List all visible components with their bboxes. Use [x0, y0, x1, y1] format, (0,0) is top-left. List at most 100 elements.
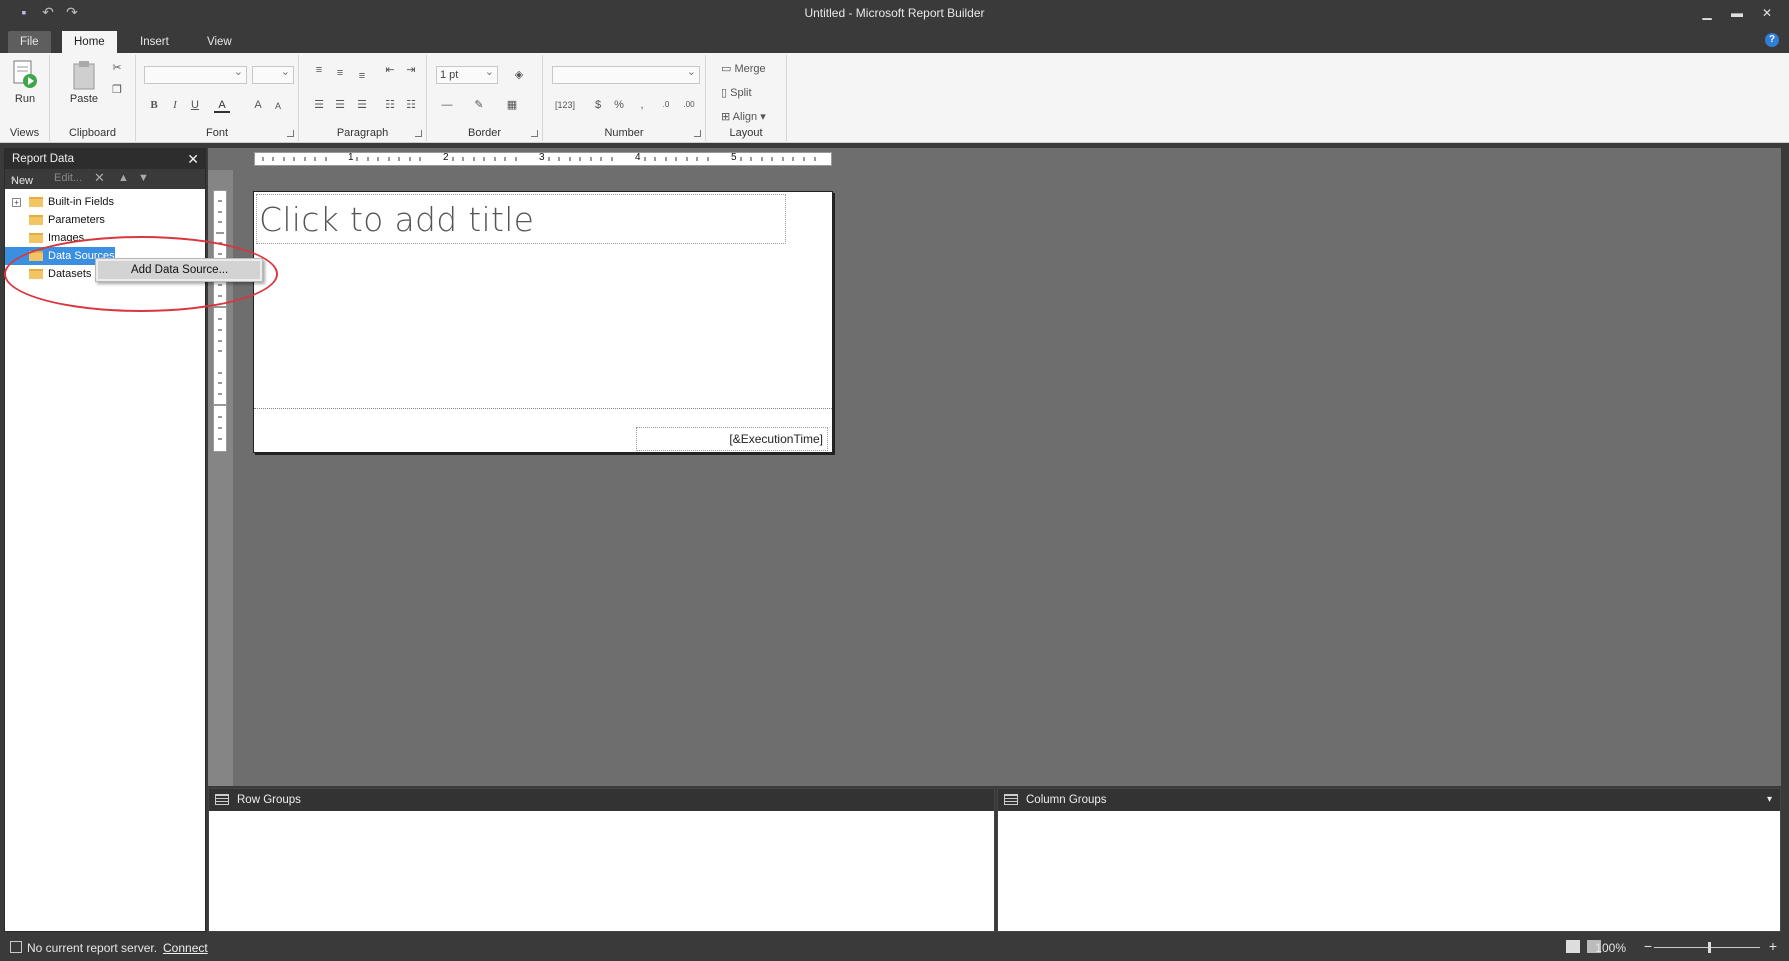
layout-label: Layout — [729, 127, 763, 139]
ribbon-tabs: File Home Insert View ? — [0, 27, 1789, 53]
status-bar: No current report server. Connect 100% −… — [0, 934, 1789, 961]
align-button[interactable]: ⊞ Align ▾ — [721, 110, 766, 123]
percent-button[interactable]: % — [611, 97, 627, 113]
move-up-icon[interactable]: ▲ — [118, 172, 129, 184]
zoom-slider-thumb[interactable] — [1708, 942, 1711, 953]
restore-icon[interactable]: ▬ — [1731, 6, 1743, 20]
column-groups-icon — [1004, 794, 1018, 805]
split-button[interactable]: ▯ Split — [721, 86, 752, 99]
font-group: B I U A A A Font — [136, 55, 299, 141]
close-icon[interactable]: ✕ — [1761, 6, 1773, 20]
server-status-text: No current report server. — [27, 941, 158, 955]
execution-time-textbox[interactable]: [&ExecutionTime] — [636, 427, 828, 451]
server-icon — [10, 941, 22, 953]
bold-button[interactable]: B — [146, 97, 162, 113]
grouping-pane: Row Groups Column Groups ▾ — [208, 788, 1781, 932]
views-group: Run Views — [0, 55, 50, 141]
design-view-icon[interactable] — [1566, 940, 1580, 953]
number-group: [123] $ % , .0 .00 Number — [543, 55, 706, 141]
shrink-font-button[interactable]: A — [270, 98, 286, 114]
ruler-mark-3: 3 — [539, 152, 545, 163]
decrease-decimal-button[interactable]: .00 — [681, 97, 697, 113]
align-right-icon[interactable]: ☰ — [354, 97, 370, 113]
zoom-out-icon[interactable]: − — [1644, 938, 1652, 954]
zoom-in-icon[interactable]: + — [1769, 938, 1777, 954]
row-groups-header: Row Groups — [209, 789, 994, 811]
number-format-combo[interactable] — [552, 64, 700, 84]
borders-icon[interactable]: ▦ — [504, 97, 520, 113]
font-size-combo[interactable] — [252, 64, 294, 84]
number-dialog-launcher[interactable] — [694, 130, 701, 137]
row-groups-icon — [215, 794, 229, 805]
copy-icon[interactable]: ❐ — [109, 82, 125, 98]
clipboard-group: Paste ✂ ❐ Clipboard — [50, 55, 136, 141]
edit-button[interactable]: Edit... — [54, 172, 82, 184]
border-color-icon[interactable]: ✎ — [471, 97, 487, 113]
tab-home[interactable]: Home — [62, 31, 117, 53]
window-title: Untitled - Microsoft Report Builder — [804, 6, 985, 20]
add-data-source-menu-item[interactable]: Add Data Source... — [98, 261, 260, 279]
grow-font-button[interactable]: A — [250, 97, 266, 113]
vertical-ruler-ticks — [214, 200, 226, 440]
views-label: Views — [9, 127, 40, 139]
font-dialog-launcher[interactable] — [287, 130, 294, 137]
italic-button[interactable]: I — [167, 97, 183, 113]
font-color-button[interactable]: A — [214, 97, 230, 113]
expand-icon[interactable]: + — [12, 198, 21, 207]
merge-icon: ▭ — [721, 63, 735, 75]
ruler-mark-5: 5 — [731, 152, 737, 163]
paste-icon — [73, 61, 95, 90]
connect-link[interactable]: Connect — [163, 941, 208, 955]
ribbon: Run Views Paste ✂ ❐ Clipboard B I U A A … — [0, 53, 1789, 143]
report-page[interactable]: Click to add title [&ExecutionTime] — [253, 191, 833, 453]
folder-icon — [29, 233, 43, 243]
align-top-icon[interactable]: ≡ — [311, 62, 327, 78]
bullets-icon[interactable]: ☷ — [382, 97, 398, 113]
help-icon[interactable]: ? — [1765, 33, 1779, 47]
align-middle-icon[interactable]: ≡ — [332, 65, 348, 81]
delete-icon[interactable]: ✕ — [94, 170, 105, 186]
tab-file[interactable]: File — [8, 31, 51, 53]
border-width-combo[interactable]: 1 pt — [436, 64, 498, 84]
fill-color-icon[interactable]: ◈ — [511, 67, 527, 83]
font-family-combo[interactable] — [144, 64, 247, 84]
row-groups-panel[interactable]: Row Groups — [208, 788, 995, 932]
align-left-icon[interactable]: ☰ — [311, 97, 327, 113]
placeholder-format-button[interactable]: [123] — [553, 97, 577, 113]
tab-view[interactable]: View — [195, 31, 244, 53]
tree-item-built-in-fields[interactable]: + Built-in Fields — [5, 193, 205, 211]
tab-insert[interactable]: Insert — [128, 31, 181, 53]
align-icon: ⊞ — [721, 111, 733, 123]
currency-button[interactable]: $ — [590, 97, 606, 113]
paragraph-label: Paragraph — [336, 127, 389, 139]
increase-indent-icon[interactable]: ⇥ — [403, 62, 419, 78]
vertical-ruler — [213, 190, 227, 452]
column-groups-header: Column Groups ▾ — [998, 789, 1780, 811]
run-button[interactable]: Run — [5, 57, 45, 105]
chevron-down-icon: ▾ — [11, 175, 16, 184]
move-down-icon[interactable]: ▼ — [138, 172, 149, 184]
border-style-icon[interactable]: — — [439, 97, 455, 113]
underline-button[interactable]: U — [187, 97, 203, 113]
font-label: Font — [205, 127, 228, 139]
align-bottom-icon[interactable]: ≡ — [354, 68, 370, 84]
numbering-icon[interactable]: ☷ — [403, 97, 419, 113]
decrease-indent-icon[interactable]: ⇤ — [382, 62, 398, 78]
comma-button[interactable]: , — [634, 97, 650, 113]
minimize-icon[interactable]: ▁ — [1701, 6, 1713, 20]
tree-item-images[interactable]: Images — [5, 229, 205, 247]
align-center-icon[interactable]: ☰ — [332, 97, 348, 113]
column-groups-panel[interactable]: Column Groups ▾ — [997, 788, 1781, 932]
paragraph-dialog-launcher[interactable] — [415, 130, 422, 137]
increase-decimal-button[interactable]: .0 — [658, 97, 674, 113]
close-pane-icon[interactable]: ✕ — [187, 149, 199, 169]
merge-button[interactable]: ▭ Merge — [721, 62, 766, 75]
zoom-slider[interactable] — [1654, 947, 1760, 948]
zoom-level: 100% — [1595, 941, 1626, 955]
report-title-textbox[interactable]: Click to add title — [256, 194, 786, 244]
border-dialog-launcher[interactable] — [531, 130, 538, 137]
paste-button[interactable]: Paste — [64, 57, 104, 105]
cut-icon[interactable]: ✂ — [109, 60, 125, 76]
tree-item-parameters[interactable]: Parameters — [5, 211, 205, 229]
chevron-down-icon[interactable]: ▾ — [1767, 789, 1772, 811]
